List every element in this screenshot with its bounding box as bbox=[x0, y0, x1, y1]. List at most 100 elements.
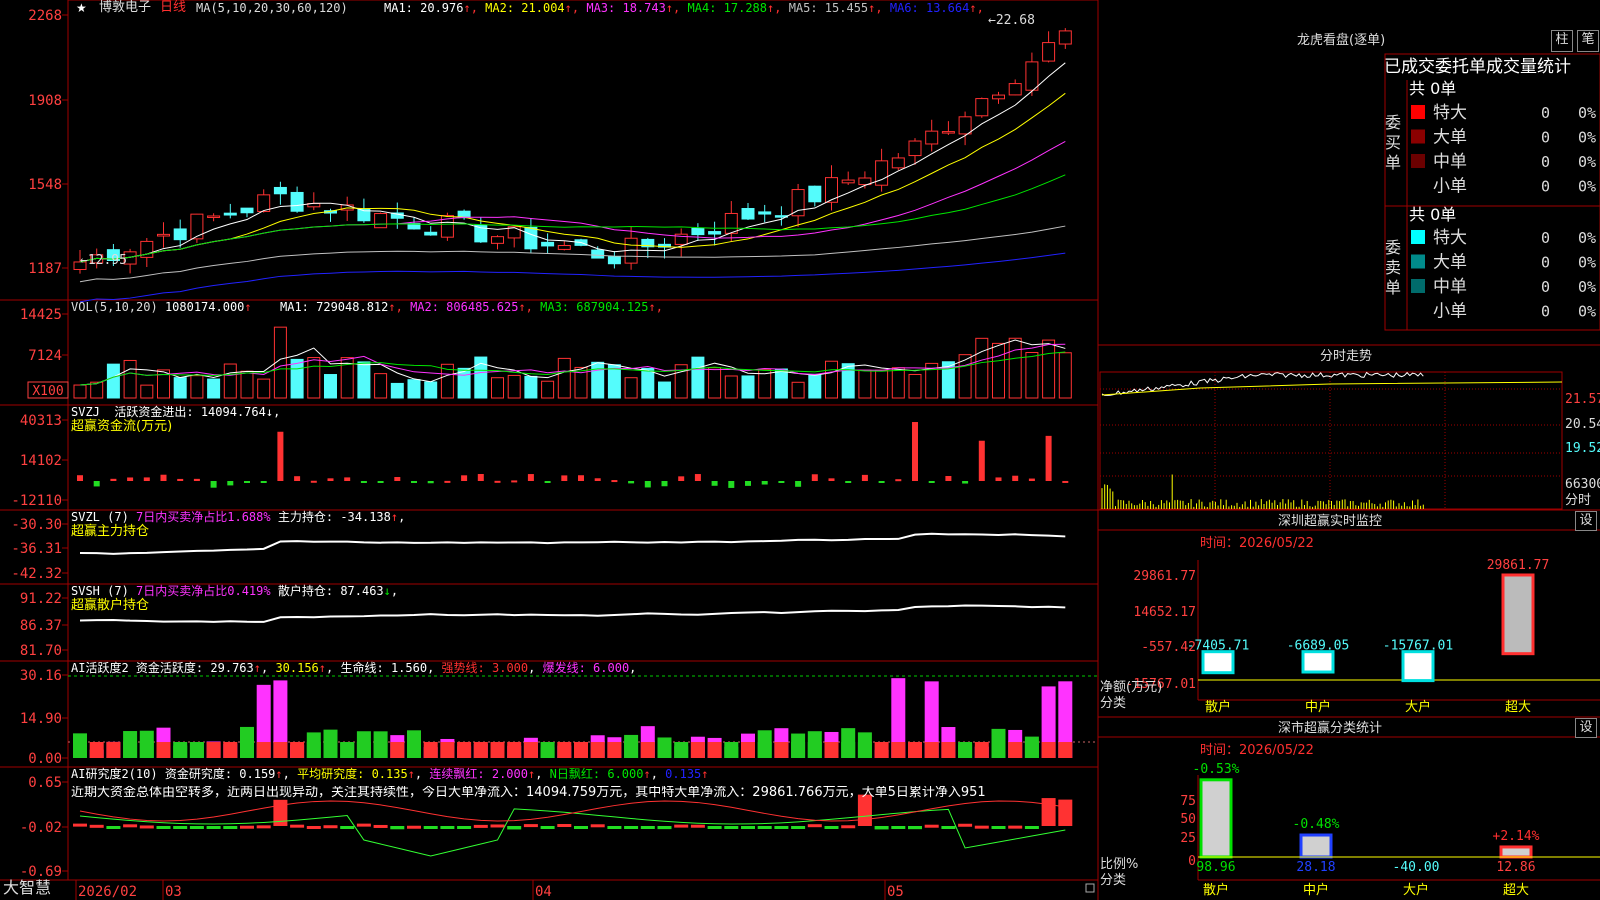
activity-base bbox=[540, 742, 555, 758]
research-bar bbox=[690, 824, 705, 828]
retail-holding-line bbox=[79, 604, 1066, 623]
period-label[interactable]: 日线 bbox=[160, 1, 186, 15]
activity-base bbox=[924, 742, 939, 758]
ma-value: MA4: 17.288 bbox=[687, 1, 767, 15]
fund-flow-bar bbox=[778, 481, 785, 483]
buy-total: 共 0单 bbox=[1409, 79, 1457, 98]
fund-flow-bar bbox=[427, 481, 434, 484]
activity-base bbox=[273, 742, 288, 758]
sz-monitor-axis-label: 净额(万元) bbox=[1100, 680, 1163, 695]
activity-base bbox=[223, 742, 238, 758]
activity-base bbox=[89, 742, 104, 758]
sz-class-category: 中户 bbox=[1303, 882, 1329, 898]
volume-bar bbox=[1025, 352, 1039, 399]
volume-bar bbox=[424, 381, 438, 399]
order-color-swatch bbox=[1411, 129, 1425, 144]
research-bar bbox=[791, 826, 806, 829]
volume-bar bbox=[975, 337, 989, 399]
research-bar bbox=[206, 826, 221, 829]
volume-bar bbox=[992, 342, 1005, 399]
sz-monitor-category: 大户 bbox=[1405, 699, 1431, 715]
volume-bar bbox=[190, 375, 204, 399]
candle bbox=[1042, 42, 1056, 62]
sz-monitor-settings-button[interactable]: 设 bbox=[1575, 511, 1597, 531]
order-type-label: 大单 bbox=[1433, 253, 1467, 273]
order-percent: 0% bbox=[1578, 104, 1596, 122]
sz-class-settings-button[interactable]: 设 bbox=[1575, 718, 1597, 738]
activity-base bbox=[1024, 742, 1039, 758]
sz-monitor-bar bbox=[1201, 650, 1235, 675]
order-percent: 0% bbox=[1578, 303, 1596, 321]
favorite-star-icon[interactable]: ★ bbox=[76, 1, 87, 15]
chart-canvas[interactable]: 2268 1908 1548 1187 14425 7124 40313 14102 -1211… bbox=[0, 0, 1600, 900]
research-bar bbox=[958, 823, 973, 827]
sz-class-value: 12.86 bbox=[1496, 860, 1535, 875]
activity-base bbox=[123, 742, 138, 758]
svsh-subtitle: 超赢散户持仓 bbox=[71, 598, 150, 613]
fund-flow-bar bbox=[160, 474, 167, 481]
ma-arrow: ↑, bbox=[767, 1, 789, 15]
fund-flow-bar bbox=[527, 474, 534, 481]
research-bar bbox=[774, 826, 789, 829]
order-color-swatch bbox=[1411, 279, 1425, 293]
ma-value: MA1: 729048.812 bbox=[280, 300, 389, 314]
volume-bar bbox=[808, 373, 822, 399]
activity-base bbox=[423, 742, 438, 758]
dragon-tiger-tabs[interactable]: 已成交委托单成交量统计 bbox=[1384, 57, 1571, 77]
activity-base bbox=[624, 742, 639, 758]
bar-mode-button[interactable]: 柱 bbox=[1551, 30, 1573, 52]
ma-arrow: ↑, bbox=[868, 1, 890, 15]
fund-flow-bar bbox=[878, 481, 885, 483]
research-avg-line bbox=[79, 800, 1066, 822]
fund-flow-bar bbox=[411, 481, 417, 483]
brand-logo[interactable]: 大智慧 bbox=[3, 880, 51, 896]
activity-base bbox=[290, 742, 305, 758]
volume-bar bbox=[875, 369, 889, 399]
ma-line bbox=[79, 225, 1066, 283]
fund-flow-bar bbox=[143, 477, 150, 481]
fund-flow-bar bbox=[594, 478, 601, 481]
fund-flow-bar bbox=[310, 480, 317, 483]
activity-base bbox=[323, 742, 338, 758]
ai-research-header: AI研究度2(10) 资金研究度: 0.159↑, 平均研究度: 0.135↑,… bbox=[71, 767, 709, 781]
fund-flow-bar bbox=[678, 476, 685, 481]
candle bbox=[173, 228, 187, 241]
candle bbox=[891, 157, 905, 169]
fund-flow-bar bbox=[444, 480, 451, 483]
order-count: 0 bbox=[1541, 178, 1550, 196]
sz-monitor-bar-rect bbox=[1201, 650, 1235, 675]
ma-value: MA1: 20.976 bbox=[384, 1, 464, 15]
research-bar bbox=[908, 826, 922, 830]
fund-flow-bar bbox=[578, 475, 584, 481]
candle bbox=[941, 131, 955, 134]
tab-orders[interactable]: 委托单 bbox=[1435, 57, 1486, 77]
pen-mode-button[interactable]: 笔 bbox=[1577, 30, 1599, 52]
research-bar bbox=[89, 824, 104, 828]
fund-flow-bar bbox=[110, 478, 117, 481]
volume-bar bbox=[357, 361, 371, 399]
candle bbox=[708, 231, 722, 235]
activity-base bbox=[941, 742, 956, 758]
ma-value: MA2: 21.004 bbox=[485, 1, 565, 15]
research-bar bbox=[607, 826, 622, 829]
candle bbox=[190, 213, 204, 240]
tab-filled[interactable]: 已成交 bbox=[1384, 57, 1435, 77]
order-percent: 0% bbox=[1578, 278, 1596, 296]
volume-bar bbox=[507, 374, 521, 399]
sz-monitor-bar bbox=[1301, 650, 1335, 674]
svzj-header: SVZJ 活跃资金进出: 14094.764↓, bbox=[71, 405, 281, 419]
svzj-y-tick: 40313 bbox=[20, 413, 62, 429]
tab-volume-stats[interactable]: 成交量统计 bbox=[1486, 57, 1571, 77]
volume-bar bbox=[891, 367, 905, 399]
sz-monitor-bar-rect bbox=[1401, 650, 1435, 683]
price-low-label: ←12.95 bbox=[80, 253, 127, 268]
volume-bar bbox=[390, 382, 404, 399]
fund-flow-bar bbox=[728, 481, 735, 488]
research-bar bbox=[223, 826, 238, 829]
fund-flow-bar bbox=[461, 475, 468, 481]
sz-monitor-bar-rect bbox=[1501, 573, 1535, 656]
lock-icon bbox=[1085, 883, 1095, 893]
candle bbox=[691, 227, 705, 236]
svsh-y-tick: 91.22 bbox=[20, 591, 62, 607]
fund-flow-bar bbox=[628, 481, 635, 484]
